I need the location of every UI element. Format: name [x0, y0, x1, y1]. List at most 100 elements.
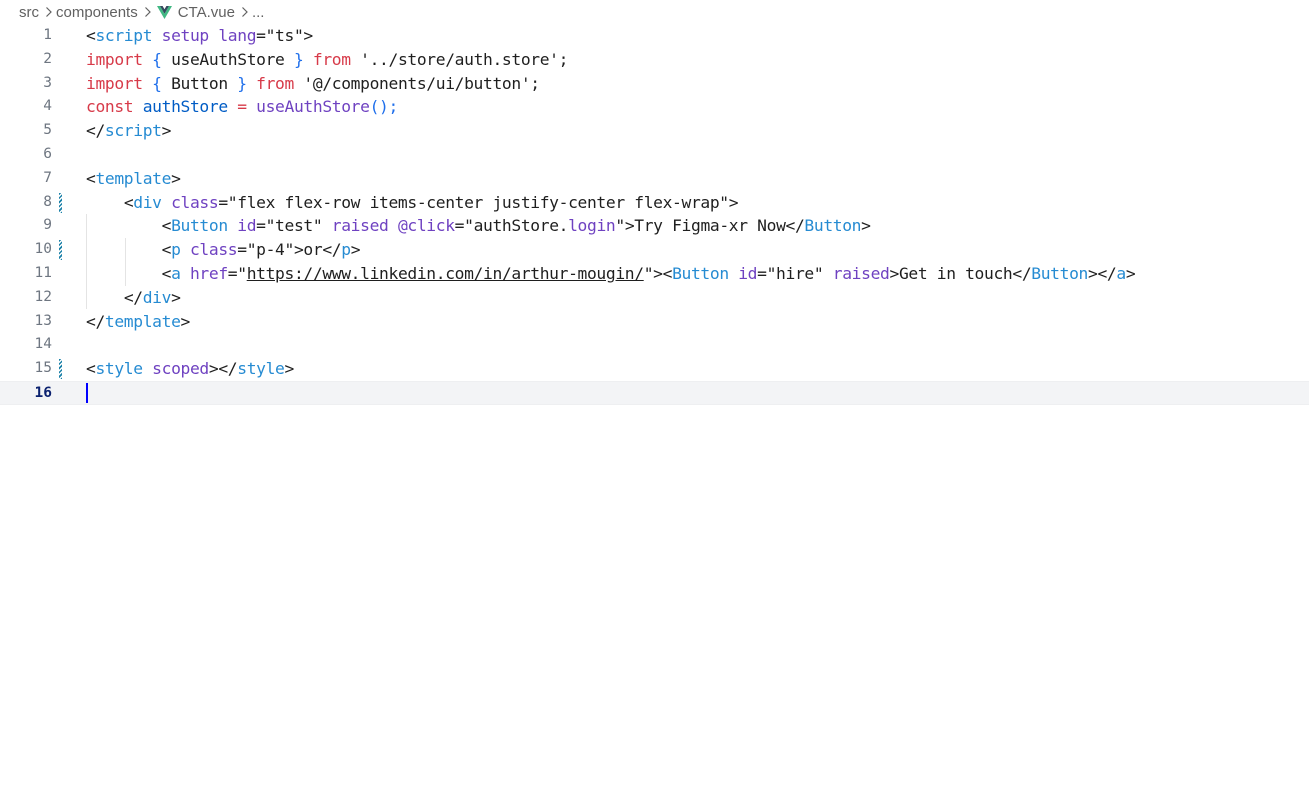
code-token: raised — [832, 264, 890, 283]
code-token: "flex flex-row items-center justify-cent… — [227, 192, 729, 212]
code-token: div — [133, 192, 162, 212]
code-token: class — [189, 240, 238, 260]
breadcrumb-item-components[interactable]: components — [56, 4, 138, 21]
code-token: or — [303, 240, 323, 260]
code-token: authStore — [142, 97, 228, 117]
breadcrumb-item-file[interactable]: CTA.vue — [178, 4, 235, 21]
code-token: p — [171, 240, 181, 260]
code-token: '../store/auth.store' — [360, 49, 559, 69]
modified-line-marker[interactable] — [59, 192, 62, 213]
code-token: = — [237, 240, 247, 260]
code-token: scoped — [152, 359, 209, 379]
code-text: import { Button } from '@/components/ui/… — [86, 72, 540, 96]
breadcrumb-item-symbols[interactable]: ... — [252, 4, 265, 21]
code-token: < — [161, 216, 172, 236]
code-token: Button — [171, 216, 228, 236]
line-number: 6 — [43, 146, 52, 162]
line-number: 4 — [43, 98, 52, 115]
chevron-right-icon — [144, 6, 152, 18]
code-token: "ts" — [265, 26, 304, 45]
code-token: p — [341, 240, 351, 260]
code-editor[interactable]: 1 <script setup lang="ts"> 2 import { us… — [0, 24, 1309, 803]
vue-file-icon — [156, 5, 172, 19]
code-token: Button — [1031, 264, 1088, 283]
code-line: 13 </template> — [0, 310, 1309, 334]
code-token: ></ — [208, 359, 238, 379]
line-number: 13 — [34, 312, 52, 329]
code-line: 12 </div> — [0, 286, 1309, 310]
code-token: = — [237, 97, 247, 117]
code-token: script — [104, 121, 162, 141]
code-line: 7 <template> — [0, 167, 1309, 191]
href-link[interactable]: https://www.linkedin.com/in/arthur-mougi… — [247, 264, 644, 283]
code-line: 14 — [0, 333, 1309, 357]
code-token: > — [303, 26, 313, 45]
code-token: @click — [397, 216, 455, 236]
code-token: useAuthStore — [161, 49, 294, 69]
code-token: > — [171, 287, 181, 307]
line-number: 8 — [43, 193, 52, 210]
code-token: </ — [86, 311, 105, 331]
code-token: Button — [804, 216, 862, 236]
code-token: lang — [218, 26, 257, 45]
code-text: <a href="https://www.linkedin.com/in/art… — [86, 262, 1136, 286]
line-number: 11 — [34, 265, 52, 281]
code-token: const — [86, 97, 134, 117]
code-token: ; — [558, 49, 569, 69]
code-token: Try Figma-xr Now — [634, 216, 786, 236]
code-token: = — [757, 264, 767, 283]
code-token: Button — [672, 264, 729, 283]
code-token: class — [171, 192, 219, 212]
modified-line-marker[interactable] — [59, 359, 62, 380]
modified-line-marker[interactable] — [59, 240, 62, 261]
code-token: < — [161, 240, 172, 260]
line-number: 5 — [43, 122, 52, 139]
code-token: > — [728, 192, 739, 212]
code-token: href — [189, 264, 228, 283]
code-token: script — [95, 26, 153, 45]
code-token: div — [142, 287, 172, 307]
chevron-right-icon — [45, 6, 53, 18]
code-token: template — [104, 311, 181, 331]
text-cursor — [86, 383, 88, 403]
line-number: 15 — [34, 360, 52, 377]
code-token: a — [1116, 264, 1126, 283]
code-text: <script setup lang="ts"> — [86, 24, 313, 48]
code-token: template — [95, 168, 172, 188]
code-token: } — [237, 73, 247, 93]
breadcrumb-item-src[interactable]: src — [19, 4, 39, 21]
code-token: </ — [785, 216, 805, 236]
code-token: = — [227, 264, 238, 283]
code-line: 15 <style scoped></style> — [0, 357, 1309, 381]
code-line: 1 <script setup lang="ts"> — [0, 24, 1309, 48]
code-token: = — [454, 216, 465, 236]
code-token: Button — [161, 73, 238, 93]
line-number: 1 — [43, 27, 52, 43]
code-token: > — [293, 240, 304, 260]
code-token: </ — [86, 121, 105, 141]
code-token: import — [86, 73, 143, 93]
line-number: 3 — [43, 74, 52, 91]
line-number: 12 — [34, 288, 52, 305]
code-token: > — [161, 121, 172, 141]
line-number: 2 — [43, 50, 52, 67]
code-token: useAuthStore — [256, 97, 370, 117]
code-token: ; — [530, 73, 540, 93]
code-line: 9 <Button id="test" raised @click="authS… — [0, 214, 1309, 238]
code-text: <div class="flex flex-row items-center j… — [86, 191, 739, 215]
code-token: >< — [653, 264, 673, 283]
